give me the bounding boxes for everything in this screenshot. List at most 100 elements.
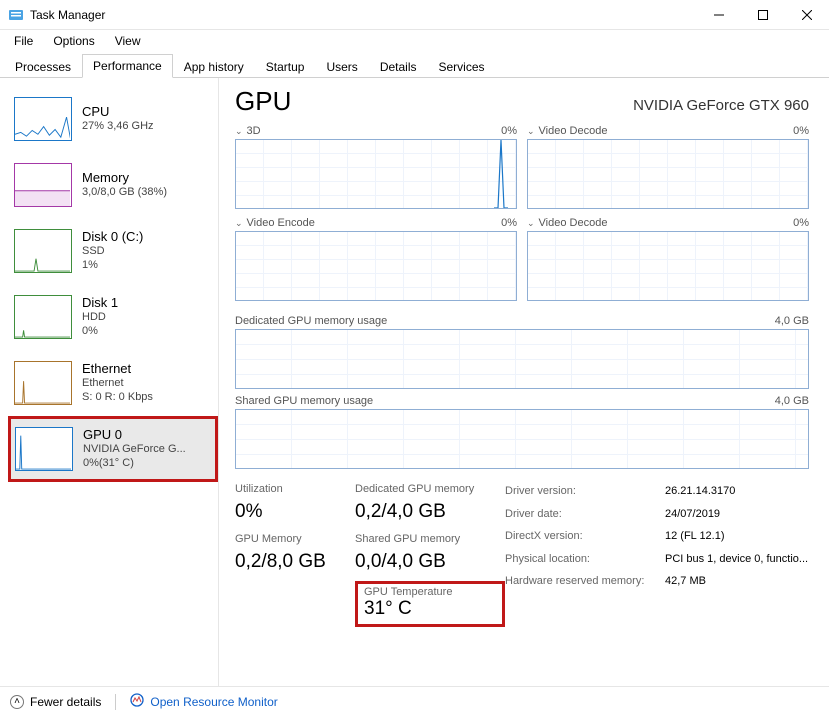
disk1-line2: 0% [82, 325, 118, 339]
dx-k: DirectX version: [505, 528, 665, 545]
sidebar-item-memory[interactable]: Memory 3,0/8,0 GB (38%) [8, 152, 218, 218]
temp-label: GPU Temperature [364, 586, 496, 598]
graph-video-encode [235, 231, 517, 301]
gpumem-label: GPU Memory [235, 533, 355, 545]
tab-apphistory[interactable]: App history [173, 55, 255, 78]
chevron-up-icon: ˄ [10, 695, 24, 709]
memory-thumb [14, 163, 72, 207]
engine-video-decode-2: ⌄Video Decode 0% [527, 217, 809, 301]
graph-video-decode-2 [527, 231, 809, 301]
engine-3d-pct: 0% [501, 125, 517, 137]
disk0-line1: SSD [82, 245, 143, 259]
ethernet-name: Ethernet [82, 361, 153, 377]
tab-processes[interactable]: Processes [4, 55, 82, 78]
tab-details[interactable]: Details [369, 55, 428, 78]
cpu-name: CPU [82, 104, 154, 120]
window-title: Task Manager [30, 8, 697, 22]
sidebar-item-disk0[interactable]: Disk 0 (C:) SSD 1% [8, 218, 218, 284]
disk0-thumb [14, 229, 72, 273]
loc-k: Physical location: [505, 551, 665, 568]
gpumem-value: 0,2/8,0 GB [235, 551, 355, 573]
sidebar-item-gpu0[interactable]: GPU 0 NVIDIA GeForce G... 0%(31° C) [8, 416, 218, 482]
gpu-line1: NVIDIA GeForce G... [83, 443, 186, 457]
shared-label: Shared GPU memory [355, 533, 505, 545]
util-label: Utilization [235, 483, 355, 495]
page-title: GPU [235, 86, 291, 117]
hw-k: Hardware reserved memory: [505, 573, 665, 590]
sidebar-item-disk1[interactable]: Disk 1 HDD 0% [8, 284, 218, 350]
hw-v: 42,7 MB [665, 573, 706, 590]
chevron-down-icon: ⌄ [235, 126, 243, 136]
open-resource-monitor-link[interactable]: Open Resource Monitor [130, 693, 277, 710]
chevron-down-icon: ⌄ [527, 218, 535, 228]
tab-services[interactable]: Services [428, 55, 496, 78]
drvver-k: Driver version: [505, 483, 665, 500]
dedicated-label: Dedicated GPU memory [355, 483, 505, 495]
gpu-line2: 0%(31° C) [83, 457, 186, 471]
menubar: File Options View [0, 30, 829, 52]
graph-video-decode-1 [527, 139, 809, 209]
disk1-line1: HDD [82, 311, 118, 325]
maximize-button[interactable] [741, 0, 785, 30]
dx-v: 12 (FL 12.1) [665, 528, 725, 545]
gpu-name: GPU 0 [83, 427, 186, 443]
footer: ˄ Fewer details Open Resource Monitor [0, 686, 829, 716]
titlebar: Task Manager [0, 0, 829, 30]
menu-options[interactable]: Options [45, 32, 102, 50]
gpu-model: NVIDIA GeForce GTX 960 [633, 97, 809, 114]
graph-dedicated-mem [235, 329, 809, 389]
app-icon [8, 7, 24, 23]
fewer-details-button[interactable]: ˄ Fewer details [10, 695, 101, 709]
disk1-name: Disk 1 [82, 295, 118, 311]
cpu-line1: 27% 3,46 GHz [82, 120, 154, 134]
engine-video-decode-1-selector[interactable]: ⌄Video Decode [527, 125, 607, 137]
chevron-down-icon: ⌄ [235, 218, 243, 228]
disk0-line2: 1% [82, 259, 143, 273]
tab-startup[interactable]: Startup [255, 55, 316, 78]
graph-3d [235, 139, 517, 209]
sidebar: CPU 27% 3,46 GHz Memory 3,0/8,0 GB (38%)… [0, 78, 218, 686]
engine-3d-selector[interactable]: ⌄3D [235, 125, 261, 137]
dedicated-mem-label: Dedicated GPU memory usage [235, 315, 387, 327]
memory-name: Memory [82, 170, 167, 186]
ethernet-line1: Ethernet [82, 377, 153, 391]
menu-file[interactable]: File [6, 32, 41, 50]
engine-video-decode-2-pct: 0% [793, 217, 809, 229]
disk0-name: Disk 0 (C:) [82, 229, 143, 245]
engine-video-decode-2-selector[interactable]: ⌄Video Decode [527, 217, 607, 229]
sidebar-item-ethernet[interactable]: Ethernet Ethernet S: 0 R: 0 Kbps [8, 350, 218, 416]
tab-users[interactable]: Users [315, 55, 368, 78]
minimize-button[interactable] [697, 0, 741, 30]
disk1-thumb [14, 295, 72, 339]
drvdate-k: Driver date: [505, 506, 665, 523]
shared-value: 0,0/4,0 GB [355, 551, 505, 573]
engine-3d: ⌄3D 0% [235, 125, 517, 209]
chevron-down-icon: ⌄ [527, 126, 535, 136]
tab-performance[interactable]: Performance [82, 54, 173, 78]
menu-view[interactable]: View [107, 32, 149, 50]
tabstrip: Processes Performance App history Startu… [0, 52, 829, 78]
dedicated-value: 0,2/4,0 GB [355, 501, 505, 523]
engine-video-encode: ⌄Video Encode 0% [235, 217, 517, 301]
loc-v: PCI bus 1, device 0, functio... [665, 551, 808, 568]
drvver-v: 26.21.14.3170 [665, 483, 735, 500]
cpu-thumb [14, 97, 72, 141]
util-value: 0% [235, 501, 355, 523]
ethernet-thumb [14, 361, 72, 405]
ethernet-line2: S: 0 R: 0 Kbps [82, 391, 153, 405]
engine-video-encode-selector[interactable]: ⌄Video Encode [235, 217, 315, 229]
separator [115, 694, 116, 710]
main-pane: GPU NVIDIA GeForce GTX 960 ⌄3D 0% ⌄Video… [218, 78, 829, 686]
memory-line1: 3,0/8,0 GB (38%) [82, 186, 167, 200]
dedicated-mem-max: 4,0 GB [775, 315, 809, 327]
drvdate-v: 24/07/2019 [665, 506, 720, 523]
shared-mem-max: 4,0 GB [775, 395, 809, 407]
sidebar-item-cpu[interactable]: CPU 27% 3,46 GHz [8, 86, 218, 152]
graph-shared-mem [235, 409, 809, 469]
shared-mem-label: Shared GPU memory usage [235, 395, 373, 407]
engine-video-encode-pct: 0% [501, 217, 517, 229]
temp-value: 31° C [364, 598, 496, 620]
resource-monitor-icon [130, 693, 144, 710]
close-button[interactable] [785, 0, 829, 30]
engine-video-decode-1: ⌄Video Decode 0% [527, 125, 809, 209]
